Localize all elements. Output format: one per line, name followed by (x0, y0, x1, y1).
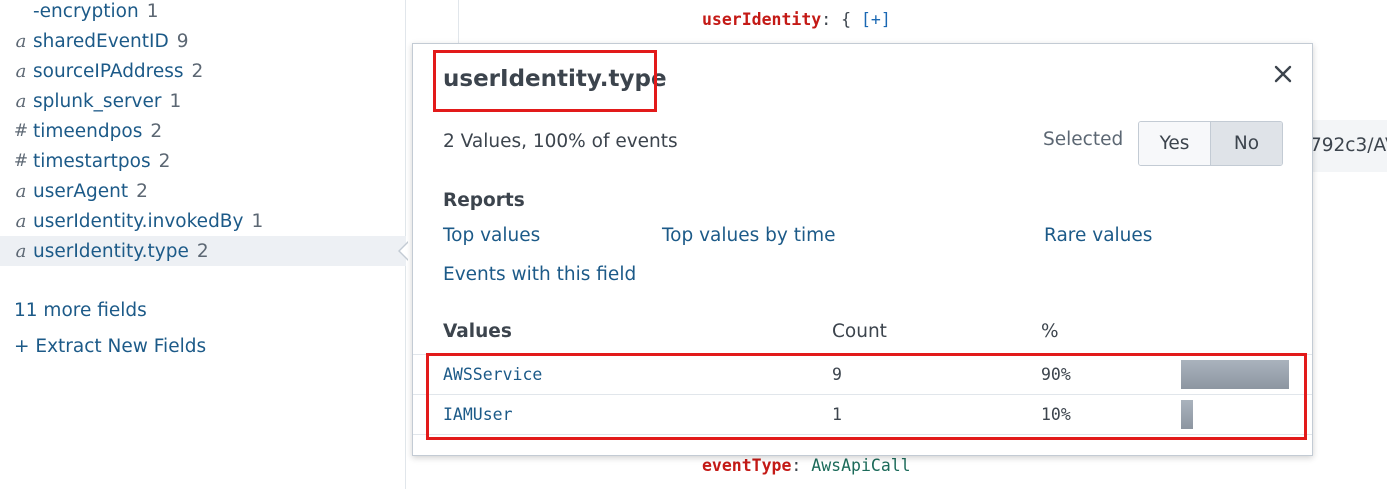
field-row-useragent[interactable]: a userAgent 2 (0, 176, 406, 206)
popover-arrow-inner (400, 242, 409, 260)
json-separator: : (791, 456, 802, 475)
values-summary: 2 Values, 100% of events (443, 131, 678, 152)
field-name[interactable]: userAgent (33, 181, 128, 202)
field-row-splunk-server[interactable]: a splunk_server 1 (0, 86, 406, 116)
close-icon[interactable] (1269, 60, 1297, 88)
title-highlight-box (433, 50, 657, 112)
rare-values-link[interactable]: Rare values (1044, 225, 1152, 246)
string-type-icon: a (15, 90, 27, 112)
event-line-useridentity: userIdentity: { [+] (702, 10, 891, 29)
field-name[interactable]: -encryption (33, 1, 139, 22)
field-row-useridentity-type[interactable]: a userIdentity.type 2 (0, 236, 406, 266)
field-count: 2 (136, 180, 148, 202)
field-row-encryption[interactable]: -encryption 1 (0, 0, 406, 26)
field-name[interactable]: splunk_server (33, 91, 162, 112)
string-type-icon: a (15, 180, 27, 202)
reports-heading: Reports (443, 190, 525, 211)
field-count: 1 (146, 0, 159, 22)
more-fields-link[interactable]: 11 more fields (14, 300, 147, 321)
field-row-useridentity-invokedby[interactable]: a userIdentity.invokedBy 1 (0, 206, 406, 236)
json-separator: : { (821, 10, 852, 29)
count-column-header: Count (832, 321, 887, 342)
selected-label: Selected (1043, 129, 1124, 150)
json-key: userIdentity (702, 10, 822, 29)
top-values-by-time-link[interactable]: Top values by time (662, 225, 836, 246)
selected-no-button[interactable]: No (1210, 122, 1282, 165)
top-values-link[interactable]: Top values (443, 225, 540, 246)
field-summary-popover: userIdentity.type 2 Values, 100% of even… (412, 43, 1313, 456)
string-type-icon: a (15, 30, 27, 52)
field-count: 2 (191, 60, 204, 82)
field-count: 2 (150, 120, 163, 142)
field-name[interactable]: sharedEventID (33, 31, 169, 52)
field-name[interactable]: timestartpos (33, 151, 151, 172)
event-line-eventtype: eventType: AwsApiCall (702, 456, 911, 475)
string-type-icon: a (15, 60, 27, 82)
selected-toggle[interactable]: Yes No (1138, 121, 1283, 166)
field-name[interactable]: sourceIPAddress (33, 61, 184, 82)
field-name[interactable]: timeendpos (33, 121, 142, 142)
field-count: 1 (169, 90, 182, 112)
number-type-icon: # (13, 121, 29, 141)
values-highlight-box (426, 353, 1307, 440)
fields-sidebar: -encryption 1 a sharedEventID 9 a sourceIP… (0, 0, 406, 489)
values-column-header: Values (443, 321, 512, 342)
field-row-timestartpos[interactable]: # timestartpos 2 (0, 146, 406, 176)
field-count: 9 (176, 30, 189, 52)
field-count: 1 (251, 210, 264, 232)
number-type-icon: # (13, 151, 29, 171)
json-key: eventType (702, 456, 792, 475)
field-name[interactable]: userIdentity.type (33, 241, 189, 262)
field-row-sharedeventid[interactable]: a sharedEventID 9 (0, 26, 406, 56)
field-row-sourceipaddress[interactable]: a sourceIPAddress 2 (0, 56, 406, 86)
events-with-field-link[interactable]: Events with this field (443, 264, 636, 285)
field-count: 2 (158, 150, 171, 172)
field-row-timeendpos[interactable]: # timeendpos 2 (0, 116, 406, 146)
field-count: 2 (196, 240, 209, 262)
selected-yes-button[interactable]: Yes (1139, 122, 1210, 165)
event-cut-text: 792c3/AV (1310, 135, 1387, 156)
string-type-icon: a (15, 210, 27, 232)
extract-new-fields-link[interactable]: + Extract New Fields (14, 336, 206, 357)
field-name[interactable]: userIdentity.invokedBy (33, 211, 243, 232)
percent-column-header: % (1041, 321, 1059, 342)
json-value[interactable]: AwsApiCall (811, 456, 910, 475)
expand-toggle[interactable]: [+] (861, 10, 891, 29)
string-type-icon: a (15, 240, 27, 262)
